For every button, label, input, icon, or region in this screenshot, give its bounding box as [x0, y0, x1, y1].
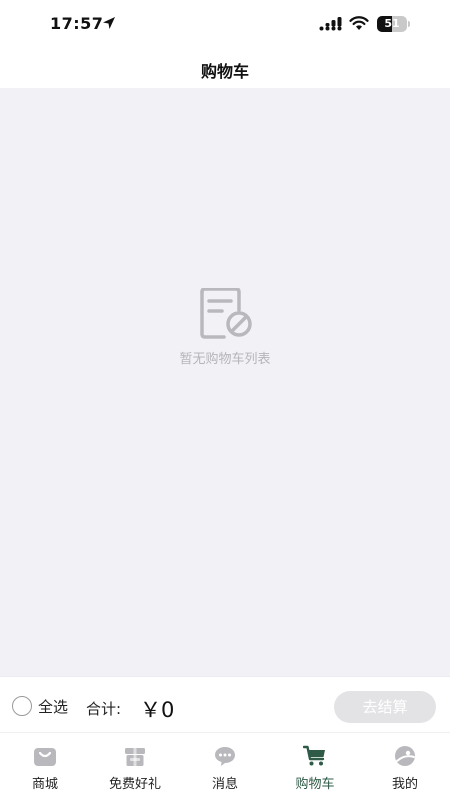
- tab-label: 购物车: [295, 777, 335, 792]
- cart-list-area: 暂无购物车列表: [0, 88, 450, 676]
- cart-icon: [303, 745, 325, 766]
- tab-label: 消息: [211, 777, 238, 792]
- navigation-bar: 购物车: [0, 48, 450, 88]
- page-title: 购物车: [200, 62, 249, 81]
- select-all-checkbox[interactable]: 全选: [12, 696, 68, 716]
- select-all-label: 全选: [38, 697, 69, 716]
- battery-indicator: 51: [377, 16, 411, 32]
- wifi-icon: [349, 16, 369, 30]
- total-amount: ￥0: [140, 698, 175, 722]
- empty-state-text: 暂无购物车列表: [179, 352, 271, 367]
- shopping-bag-icon: [34, 748, 56, 766]
- status-bar: 17:57 51: [0, 0, 450, 48]
- tab-free-gifts[interactable]: 免费好礼: [90, 743, 180, 793]
- document-cancel-icon: [200, 288, 252, 339]
- location-arrow-icon: [103, 17, 115, 29]
- checkout-button[interactable]: 去结算: [334, 691, 436, 723]
- tab-label: 我的: [391, 777, 418, 792]
- radio-circle-icon: [12, 696, 32, 716]
- gift-box-icon: [125, 748, 145, 766]
- total-label: 合计:: [86, 700, 122, 718]
- tab-messages[interactable]: 消息: [180, 743, 270, 793]
- tab-profile[interactable]: 我的: [360, 743, 450, 793]
- status-time: 17:57: [50, 14, 104, 33]
- tab-bar: 商城 免费好礼 消息 购物车 我的: [0, 732, 450, 800]
- battery-level: 51: [384, 17, 400, 30]
- tab-label: 商城: [31, 777, 58, 792]
- tab-mall[interactable]: 商城: [0, 743, 90, 793]
- profile-icon: [395, 746, 415, 766]
- checkout-bar: 全选 合计: ￥0 去结算: [0, 676, 450, 732]
- tab-label: 免费好礼: [108, 777, 161, 792]
- chat-bubble-icon: [215, 747, 235, 766]
- tab-cart[interactable]: 购物车: [270, 743, 360, 793]
- cellular-signal-icon: [319, 17, 342, 31]
